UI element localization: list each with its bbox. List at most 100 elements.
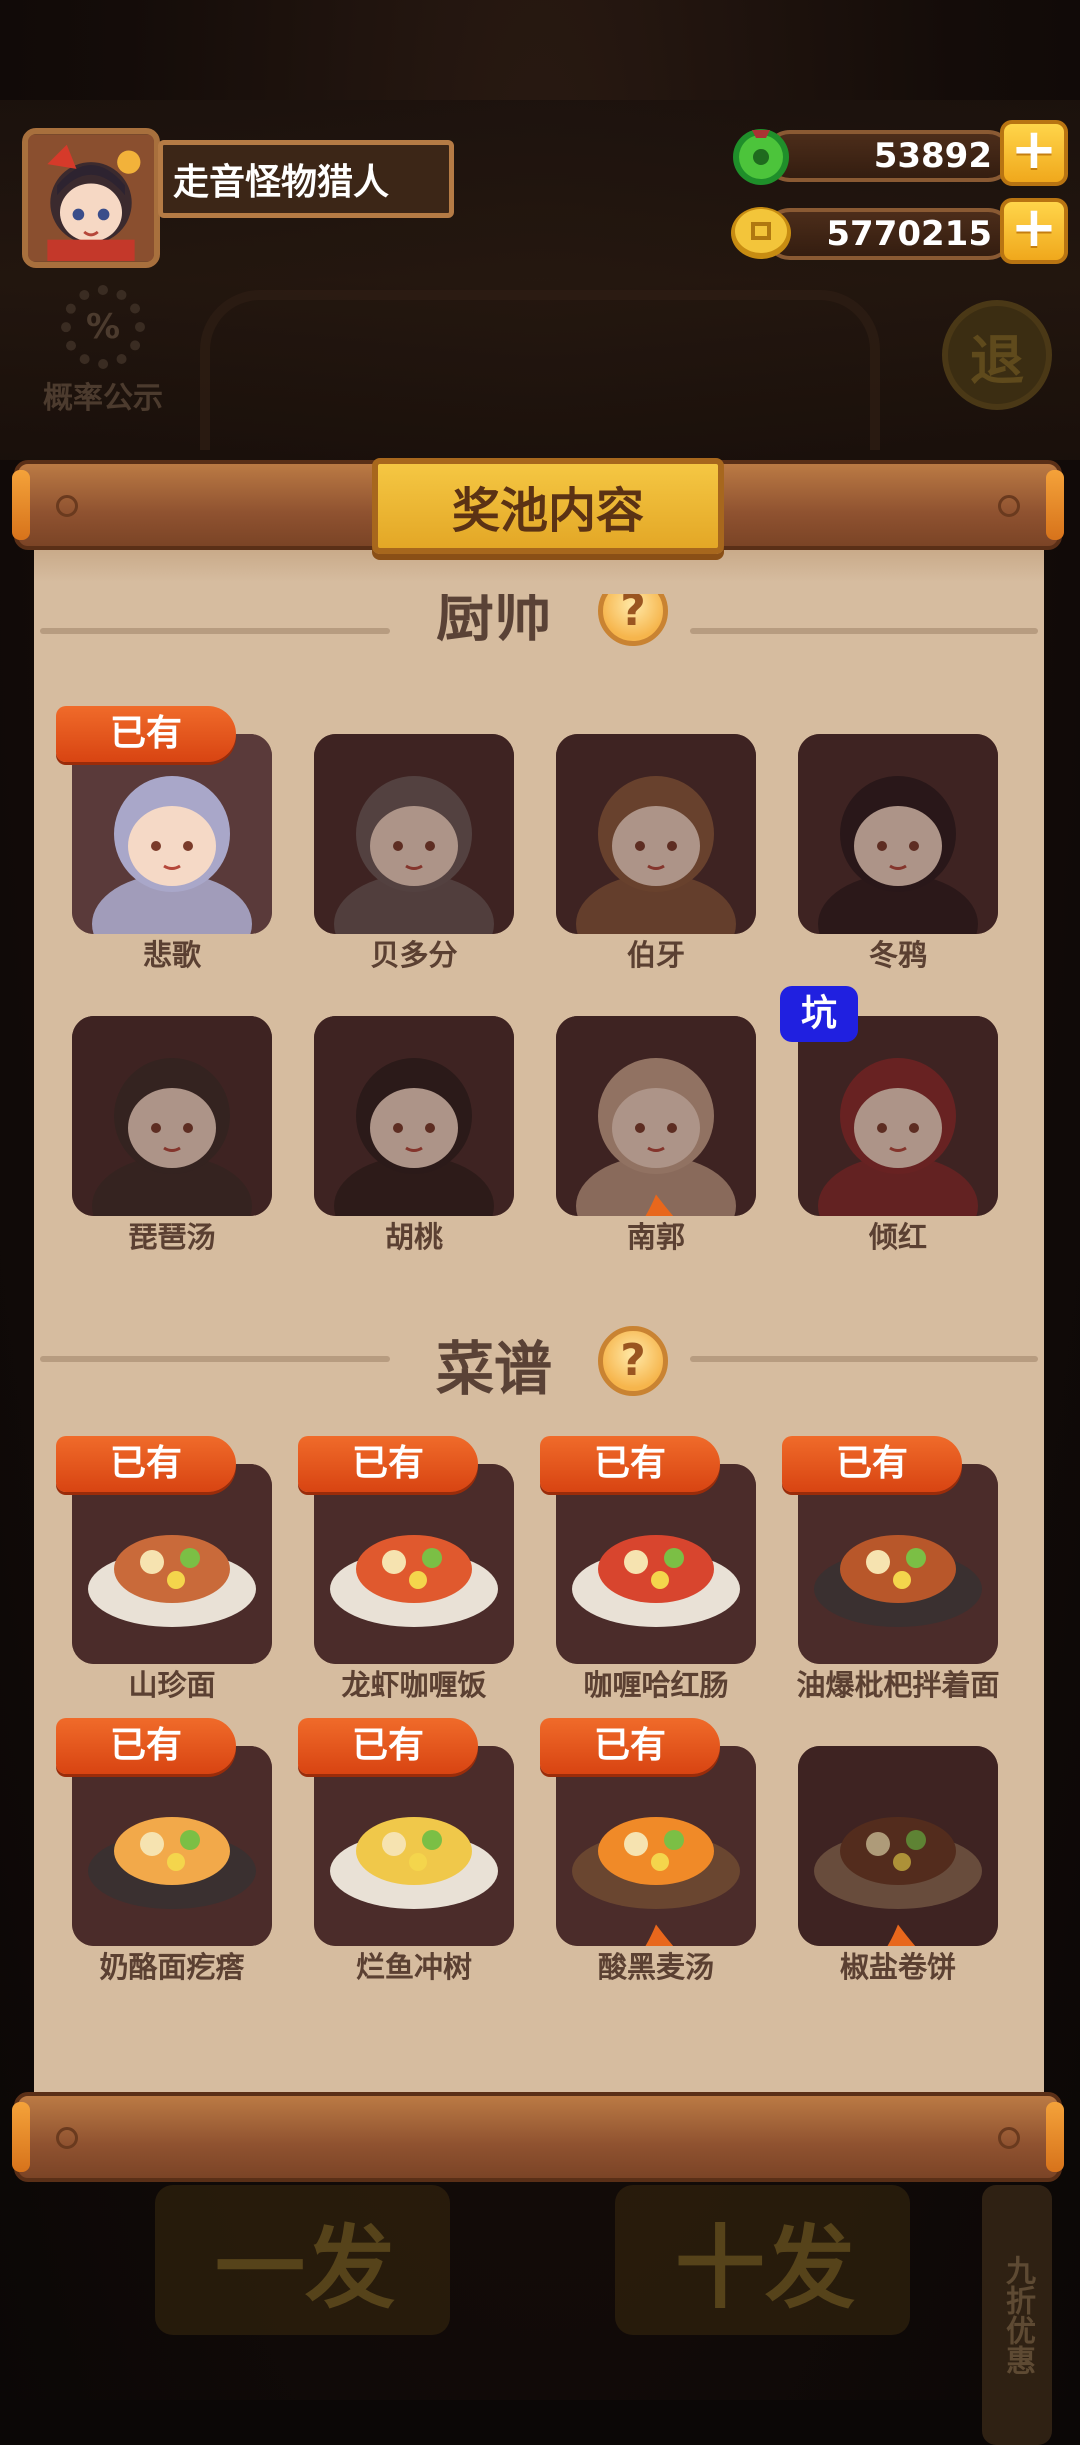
ten-draw-label: 十发 [675, 2216, 855, 2321]
flame-icon [933, 900, 998, 934]
rarity-stars [556, 1912, 756, 1946]
coin-amount: 5770215 [826, 214, 992, 254]
owned-badge: 已有 [540, 1718, 720, 1774]
flame-icon [798, 1182, 836, 1216]
card-name: 伯牙 [626, 938, 685, 972]
card-name: 南郭 [626, 1220, 685, 1254]
player-name-plate: 走音怪物猎人 [158, 140, 454, 218]
rod-nail-left [56, 2127, 78, 2149]
card-frame [314, 734, 514, 934]
flame-icon [415, 900, 464, 934]
rarity-stars [798, 900, 998, 932]
owned-badge: 已有 [298, 1436, 478, 1492]
card-name: 龙虾咖喱饭 [341, 1668, 487, 1702]
jade-amount: 53892 [873, 136, 992, 176]
flame-icon [139, 1182, 204, 1216]
section-chefs-header: 厨师 ? [34, 594, 1044, 654]
rarity-stars [798, 1912, 998, 1946]
flame-icon [314, 900, 363, 934]
flame-icon [657, 1630, 706, 1664]
owned-badge: 已有 [56, 1718, 236, 1774]
jade-currency: 53892 + [728, 120, 1068, 186]
flame-icon [607, 900, 656, 934]
flame-icon [645, 1194, 674, 1216]
avatar-portrait-icon [28, 135, 154, 261]
flame-icon [314, 1630, 363, 1664]
rarity-stars [314, 1182, 514, 1214]
card-name: 酸黑麦汤 [597, 1950, 714, 1984]
discount-tag: 九折优惠 [982, 2185, 1052, 2445]
flame-icon [607, 1630, 656, 1664]
card-frame [314, 1464, 514, 1664]
rarity-stars [798, 1182, 998, 1214]
flame-icon [234, 1630, 272, 1664]
flame-icon [838, 1182, 876, 1216]
probability-button[interactable]: % 概率公示 [28, 285, 178, 417]
jade-amount-bar: 53892 [764, 130, 1014, 182]
flame-icon [72, 1630, 110, 1664]
flame-icon [933, 1630, 998, 1664]
flame-icon [314, 1182, 413, 1216]
flame-icon [153, 1630, 191, 1664]
card-name: 油爆枇杷拌着面 [796, 1668, 1000, 1702]
single-draw-label: 一发 [215, 2216, 395, 2321]
rarity-stars [314, 900, 514, 932]
card-frame [72, 734, 272, 934]
owned-badge: 已有 [298, 1718, 478, 1774]
rod-nail-left [56, 495, 78, 517]
flame-icon [708, 900, 757, 934]
flame-icon [314, 1912, 413, 1946]
recipes-help-icon[interactable]: ? [598, 1326, 668, 1396]
owned-badge: 已有 [540, 1436, 720, 1492]
rarity-stars [314, 1912, 514, 1944]
add-coin-button[interactable]: + [1000, 198, 1068, 264]
scroll-rod-bottom [12, 2092, 1064, 2182]
rarity-stars [556, 1630, 756, 1662]
card-name: 奶酪面疙瘩 [99, 1950, 245, 1984]
rarity-stars [72, 1630, 272, 1662]
owned-badge: 已有 [56, 706, 236, 762]
section-recipes-header: 菜谱 ? [34, 1318, 1044, 1403]
card-frame [72, 1746, 272, 1946]
flame-icon [865, 1630, 930, 1664]
rod-cap-right [1046, 470, 1064, 540]
panel-title-banner: 奖池内容 [372, 458, 724, 554]
panel-title: 奖池内容 [451, 483, 644, 539]
card-frame [798, 1746, 998, 1946]
flame-icon [708, 1630, 757, 1664]
card-frame [72, 1464, 272, 1664]
gold-coin-icon [731, 207, 791, 259]
rarity-stars [556, 900, 756, 932]
flame-icon [415, 1182, 514, 1216]
rod-cap-right [1046, 2102, 1064, 2172]
rod-nail-right [998, 2127, 1020, 2149]
probability-label: 概率公示 [43, 381, 163, 416]
card-frame [798, 1464, 998, 1664]
card-name: 倾红 [868, 1220, 927, 1254]
flame-icon [193, 1630, 231, 1664]
flame-icon [798, 1630, 863, 1664]
flame-icon [415, 1630, 464, 1664]
background-arch [200, 290, 880, 450]
rod-cap-left [12, 2102, 30, 2172]
card-name: 椒盐卷饼 [839, 1950, 956, 1984]
flame-icon [466, 900, 515, 934]
flame-icon [415, 1912, 514, 1946]
flame-icon [879, 1182, 917, 1216]
player-avatar[interactable] [22, 128, 160, 268]
card-frame [556, 1016, 756, 1216]
coin-amount-bar: 5770215 [764, 208, 1014, 260]
add-jade-button[interactable]: + [1000, 120, 1068, 186]
flame-icon [112, 1630, 150, 1664]
exit-button[interactable]: 退 [942, 300, 1052, 410]
card-name: 咖喱哈红肠 [583, 1668, 729, 1702]
flame-icon [657, 900, 706, 934]
flame-icon [72, 900, 110, 934]
flame-icon [112, 900, 150, 934]
card-name: 冬鸦 [868, 938, 927, 972]
rarity-stars [314, 1630, 514, 1662]
flame-icon [139, 1912, 204, 1946]
flame-icon [207, 1182, 272, 1216]
rod-nail-right [998, 495, 1020, 517]
card-name: 胡桃 [384, 1220, 443, 1254]
